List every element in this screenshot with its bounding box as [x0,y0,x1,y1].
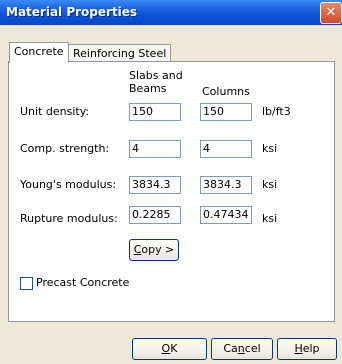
rupture-modulus-columns-input[interactable]: 0.47434 [200,206,252,224]
cancel-button[interactable]: Cancel [211,338,273,360]
unit-density-unit: lb/ft3 [262,105,291,118]
cancel-mnemonic: n [237,342,245,355]
youngs-modulus-columns-input[interactable]: 3834.3 [200,176,252,194]
tab-concrete-label: Concrete [14,45,64,58]
comp-strength-unit: ksi [262,142,278,155]
window-title: Material Properties [6,5,138,19]
columns-header: Columns [202,85,250,98]
cancel-label-pre: Ca [223,342,238,355]
rupture-modulus-label: Rupture modulus: [20,212,118,225]
unit-density-label: Unit density: [20,105,90,118]
rupture-modulus-slabs-input[interactable]: 0.2285 [129,206,181,224]
comp-strength-label: Comp. strength: [20,142,110,155]
unit-density-columns-input[interactable]: 150 [200,103,252,121]
comp-strength-slabs-input[interactable]: 4 [129,140,181,158]
close-icon[interactable]: ✕ [320,2,342,24]
help-mnemonic: H [294,342,303,355]
ok-label: K [170,342,178,355]
precast-checkbox[interactable] [20,277,33,290]
tab-reinforcing-steel[interactable]: Reinforcing Steel [68,44,172,62]
ok-mnemonic: O [161,342,171,355]
slabs-beams-header-line2: Beams [129,82,167,95]
tab-concrete[interactable]: Concrete [9,42,69,63]
ok-button[interactable]: OK [132,338,207,360]
title-bar: Material Properties ✕ [0,0,342,25]
help-label: elp [302,342,320,355]
youngs-modulus-label: Young's modulus: [20,178,117,191]
copy-button[interactable]: Copy > [129,239,179,261]
slabs-beams-header-line1: Slabs and [129,69,183,82]
help-button[interactable]: Help [277,338,337,360]
copy-label: opy > [141,243,175,256]
comp-strength-columns-input[interactable]: 4 [200,140,252,158]
youngs-modulus-unit: ksi [262,178,278,191]
tab-reinforcing-steel-label: Reinforcing Steel [73,47,167,60]
rupture-modulus-unit: ksi [262,212,278,225]
precast-label: Precast Concrete [36,276,130,289]
cancel-label-post: cel [244,342,261,355]
youngs-modulus-slabs-input[interactable]: 3834.3 [129,176,181,194]
unit-density-slabs-input[interactable]: 150 [129,103,181,121]
